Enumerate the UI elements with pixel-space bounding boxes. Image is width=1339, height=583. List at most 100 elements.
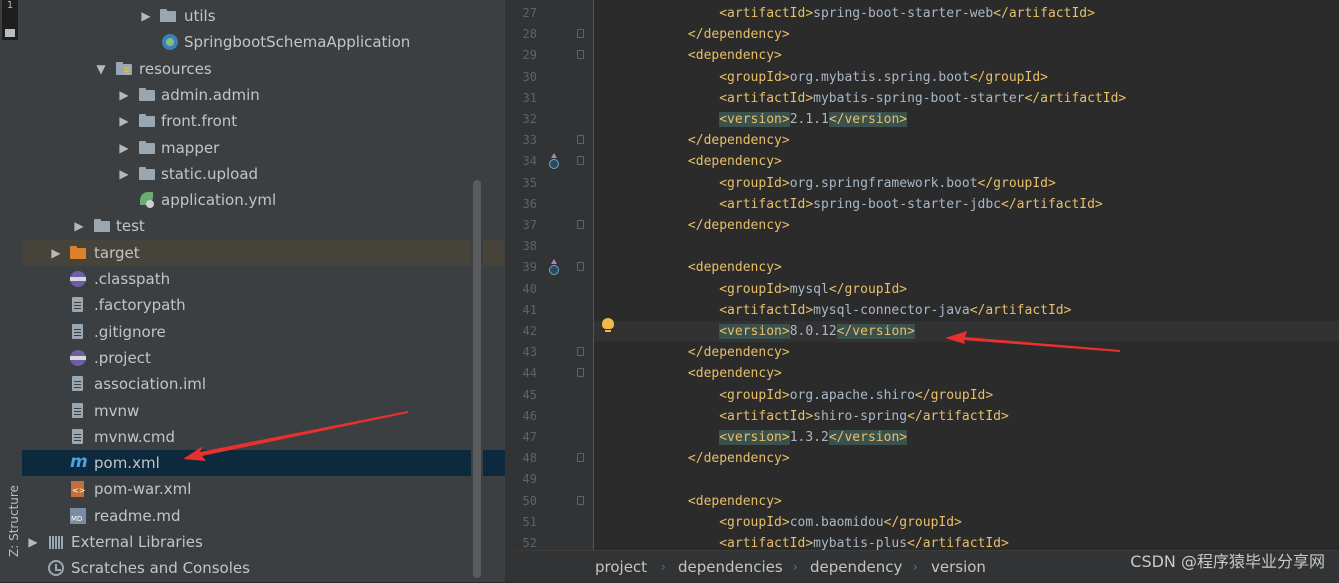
code-line[interactable]: <dependency> <box>594 491 1339 512</box>
scrollbar-thumb[interactable] <box>473 180 481 578</box>
fold-marker-icon[interactable] <box>577 220 584 229</box>
code-line[interactable]: <dependency> <box>594 363 1339 384</box>
expand-arrow-icon[interactable]: ▶ <box>118 135 130 161</box>
code-line[interactable] <box>594 469 1339 490</box>
code-line[interactable]: </dependency> <box>594 448 1339 469</box>
expand-arrow-icon[interactable]: ▶ <box>27 529 39 555</box>
breadcrumb-item[interactable]: version <box>931 551 986 583</box>
fold-marker-icon[interactable] <box>577 262 584 272</box>
structure-tool-tab[interactable]: Z: Structure <box>7 477 21 557</box>
tree-item-label: Scratches and Consoles <box>71 559 250 578</box>
text-file-icon <box>70 323 86 340</box>
code-line[interactable]: </dependency> <box>594 24 1339 45</box>
fold-marker-icon[interactable] <box>577 495 584 505</box>
code-line[interactable]: <version>1.3.2</version> <box>594 427 1339 448</box>
tree-item-label: mvnw <box>94 401 140 420</box>
code-line[interactable]: </dependency> <box>594 215 1339 236</box>
code-line[interactable] <box>594 236 1339 257</box>
tree-item[interactable]: ▶ admin.admin <box>22 82 505 108</box>
code-line[interactable]: <artifactId>spring-boot-starter-jdbc</ar… <box>594 194 1339 215</box>
tree-item[interactable]: .factorypath <box>22 292 505 318</box>
expand-arrow-icon[interactable]: ▶ <box>73 213 85 239</box>
fold-marker-icon[interactable] <box>577 135 584 145</box>
line-number: 38 <box>522 239 537 254</box>
dependency-update-icon[interactable] <box>549 259 559 276</box>
breadcrumb-item[interactable]: dependencies <box>678 551 783 583</box>
expand-arrow-icon[interactable]: ▶ <box>118 108 130 134</box>
tree-item[interactable]: ▶ utils <box>22 3 505 29</box>
gutter-line: 46 <box>513 406 593 427</box>
tree-item[interactable]: .project <box>22 345 505 371</box>
expand-arrow-icon[interactable]: ▶ <box>118 161 130 187</box>
gutter-line: 50 <box>513 491 593 512</box>
gutter-line: 36 <box>513 194 593 215</box>
tree-item[interactable]: ▶ mapper <box>22 135 505 161</box>
expand-arrow-icon[interactable]: ▶ <box>118 82 130 108</box>
fold-marker-icon[interactable] <box>577 50 584 60</box>
tree-item-label: utils <box>184 7 216 25</box>
fold-marker-icon[interactable] <box>577 368 584 378</box>
fold-marker-icon[interactable] <box>577 29 584 39</box>
code-line[interactable]: <groupId>org.apache.shiro</groupId> <box>594 385 1339 406</box>
project-tool-tab[interactable]: 1 <box>2 0 18 40</box>
lightbulb-icon[interactable] <box>602 318 614 332</box>
fold-marker-icon[interactable] <box>577 453 584 463</box>
breadcrumb-item[interactable]: dependency <box>810 551 902 583</box>
tree-item[interactable]: association.iml <box>22 371 505 397</box>
line-number: 34 <box>522 154 537 169</box>
code-line[interactable]: <version>8.0.12</version> <box>594 321 1339 342</box>
collapse-arrow-icon[interactable]: ▼ <box>95 56 107 82</box>
gutter-line: 34 <box>513 151 593 172</box>
dependency-update-icon[interactable] <box>549 153 559 170</box>
project-tree-scrollbar[interactable] <box>471 0 483 582</box>
line-number: 42 <box>522 324 537 338</box>
code-line[interactable]: <dependency> <box>594 45 1339 66</box>
tree-item[interactable]: mvnw <box>22 398 505 424</box>
code-line[interactable]: <groupId>mysql</groupId> <box>594 279 1339 300</box>
tree-item[interactable]: ▶ target <box>22 239 505 266</box>
tree-item-label: admin.admin <box>161 85 260 104</box>
tree-item[interactable]: .classpath <box>22 266 505 292</box>
tree-item[interactable]: ▶ External Libraries <box>22 529 505 555</box>
gutter-line: 29 <box>513 45 593 66</box>
gutter-line: 32 <box>513 109 593 130</box>
tree-item[interactable]: ▶ static.upload <box>22 161 505 187</box>
code-line[interactable]: </dependency> <box>594 342 1339 363</box>
code-line[interactable]: <dependency> <box>594 151 1339 172</box>
tree-item[interactable]: application.yml <box>22 187 505 213</box>
breadcrumb-separator-icon: › <box>793 560 798 574</box>
excluded-folder-icon <box>70 245 86 261</box>
tree-item[interactable]: Scratches and Consoles <box>22 555 505 581</box>
code-editor[interactable]: 27 28 29 30 31 32 33 34 35 36 37 38 39 40 41 42 43 44 45 46… <box>513 0 1339 550</box>
xml-file-icon <box>70 481 86 498</box>
tree-item[interactable]: m pom.xml <box>22 450 505 477</box>
code-line[interactable]: <artifactId>mybatis-spring-boot-starter<… <box>594 88 1339 109</box>
eclipse-icon <box>70 271 86 287</box>
code-line[interactable]: <artifactId>shiro-spring</artifactId> <box>594 406 1339 427</box>
folder-icon <box>5 29 15 37</box>
code-line[interactable]: <artifactId>mysql-connector-java</artifa… <box>594 300 1339 321</box>
tree-item[interactable]: mvnw.cmd <box>22 424 505 450</box>
code-line[interactable]: <version>2.1.1</version> <box>594 109 1339 130</box>
code-line[interactable]: <artifactId>spring-boot-starter-web</art… <box>594 3 1339 24</box>
tree-item[interactable]: pom-war.xml <box>22 476 505 502</box>
tree-item[interactable]: readme.md <box>22 503 505 529</box>
fold-marker-icon[interactable] <box>577 156 584 166</box>
breadcrumb-separator-icon: › <box>913 560 918 574</box>
panel-splitter[interactable] <box>505 0 513 582</box>
code-line[interactable]: <dependency> <box>594 257 1339 278</box>
tree-item[interactable]: .gitignore <box>22 319 505 345</box>
expand-arrow-icon[interactable]: ▶ <box>50 240 62 266</box>
text-file-icon <box>70 428 86 445</box>
tree-item[interactable]: SpringbootSchemaApplication <box>22 29 505 55</box>
code-line[interactable]: <groupId>org.springframework.boot</group… <box>594 173 1339 194</box>
fold-marker-icon[interactable] <box>577 347 584 357</box>
tree-item[interactable]: ▼ resources <box>22 56 505 82</box>
code-line[interactable]: <groupId>org.mybatis.spring.boot</groupI… <box>594 67 1339 88</box>
code-line[interactable]: <groupId>com.baomidou</groupId> <box>594 512 1339 533</box>
tree-item[interactable]: ▶ test <box>22 213 505 239</box>
code-line[interactable]: </dependency> <box>594 130 1339 151</box>
tree-item[interactable]: ▶ front.front <box>22 108 505 134</box>
breadcrumb-item[interactable]: project <box>595 551 647 583</box>
expand-arrow-icon[interactable]: ▶ <box>140 3 152 29</box>
